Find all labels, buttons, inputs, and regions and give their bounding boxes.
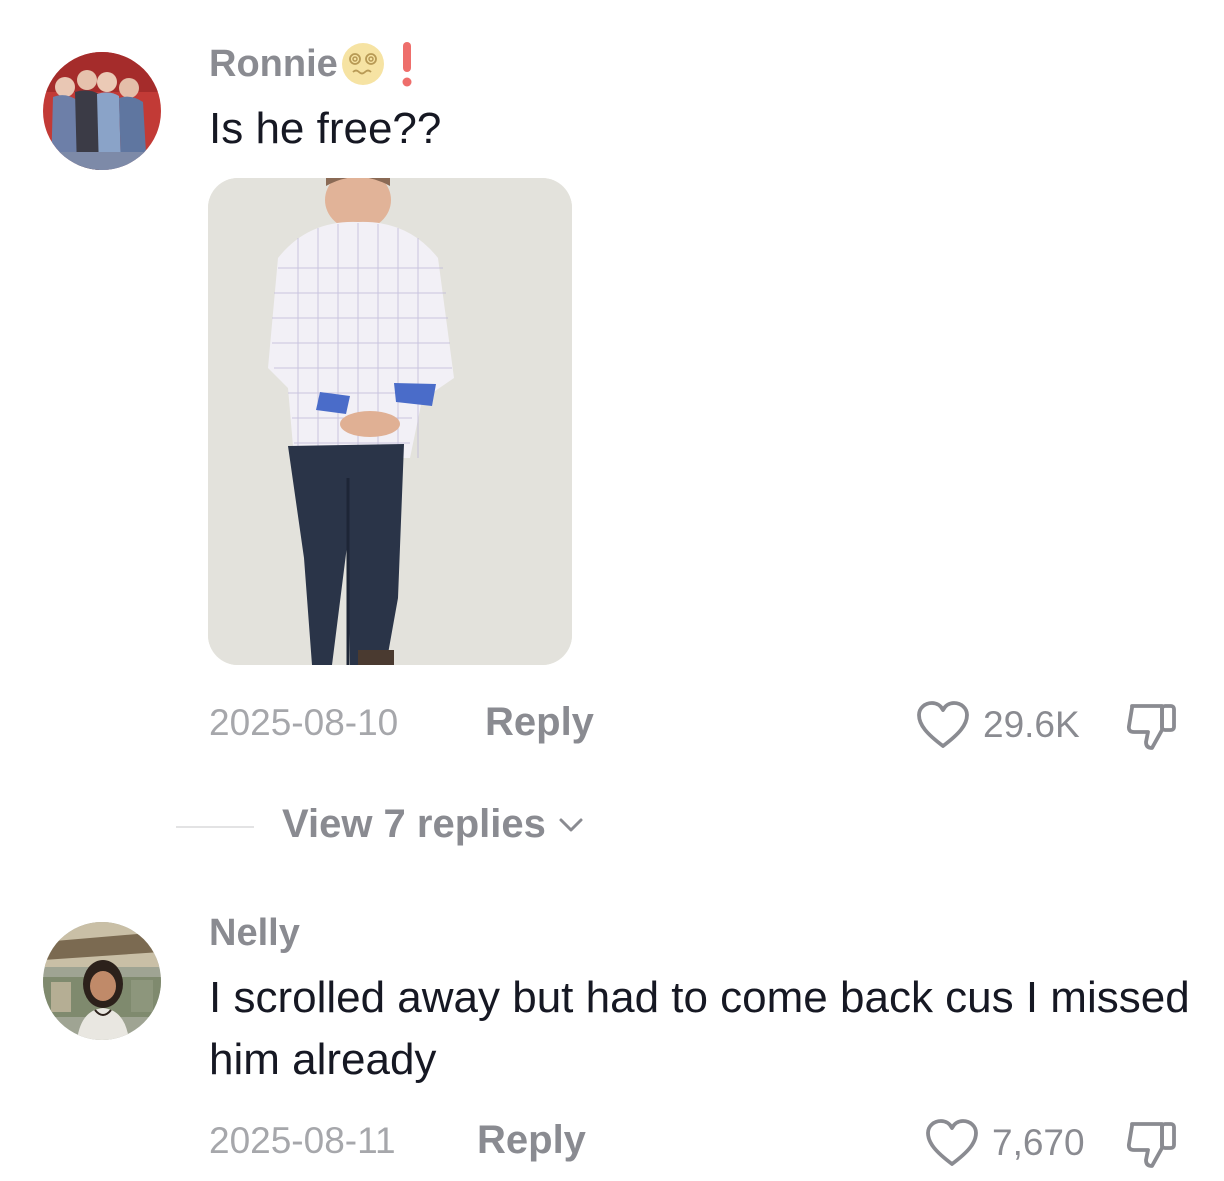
view-replies-label: View 7 replies (282, 802, 546, 846)
heart-outline-icon (915, 700, 971, 750)
thumbs-down-icon[interactable] (1124, 700, 1180, 752)
like-count: 7,670 (992, 1122, 1085, 1163)
like-count: 29.6K (983, 704, 1080, 745)
exclamation-badge-icon (400, 40, 414, 88)
heart-outline-icon (924, 1118, 980, 1168)
comment-text: I scrolled away but had to come back cus… (209, 973, 1190, 1084)
comment-text: Is he free?? (209, 104, 442, 153)
avatar[interactable] (43, 52, 161, 170)
like-button[interactable]: 7,670 (924, 1118, 1085, 1168)
comment-photo[interactable] (208, 178, 572, 665)
like-button[interactable]: 29.6K (915, 700, 1080, 750)
username[interactable]: Nelly (209, 912, 300, 955)
avatar[interactable] (43, 922, 161, 1040)
man-standing-photo (208, 178, 572, 665)
avatar-image (43, 922, 161, 1040)
reply-button[interactable]: Reply (477, 1118, 586, 1163)
username[interactable]: Ronnie (209, 43, 338, 86)
replies-divider (176, 826, 254, 828)
comment-date: 2025-08-11 (209, 1120, 396, 1161)
chevron-down-icon (546, 815, 586, 835)
view-replies-button[interactable]: View 7 replies (282, 802, 586, 847)
comment-date: 2025-08-10 (209, 702, 399, 743)
reply-button[interactable]: Reply (485, 700, 594, 745)
avatar-image (43, 52, 161, 170)
dizzy-face-emoji-icon (340, 41, 386, 87)
thumbs-down-icon[interactable] (1124, 1118, 1180, 1170)
